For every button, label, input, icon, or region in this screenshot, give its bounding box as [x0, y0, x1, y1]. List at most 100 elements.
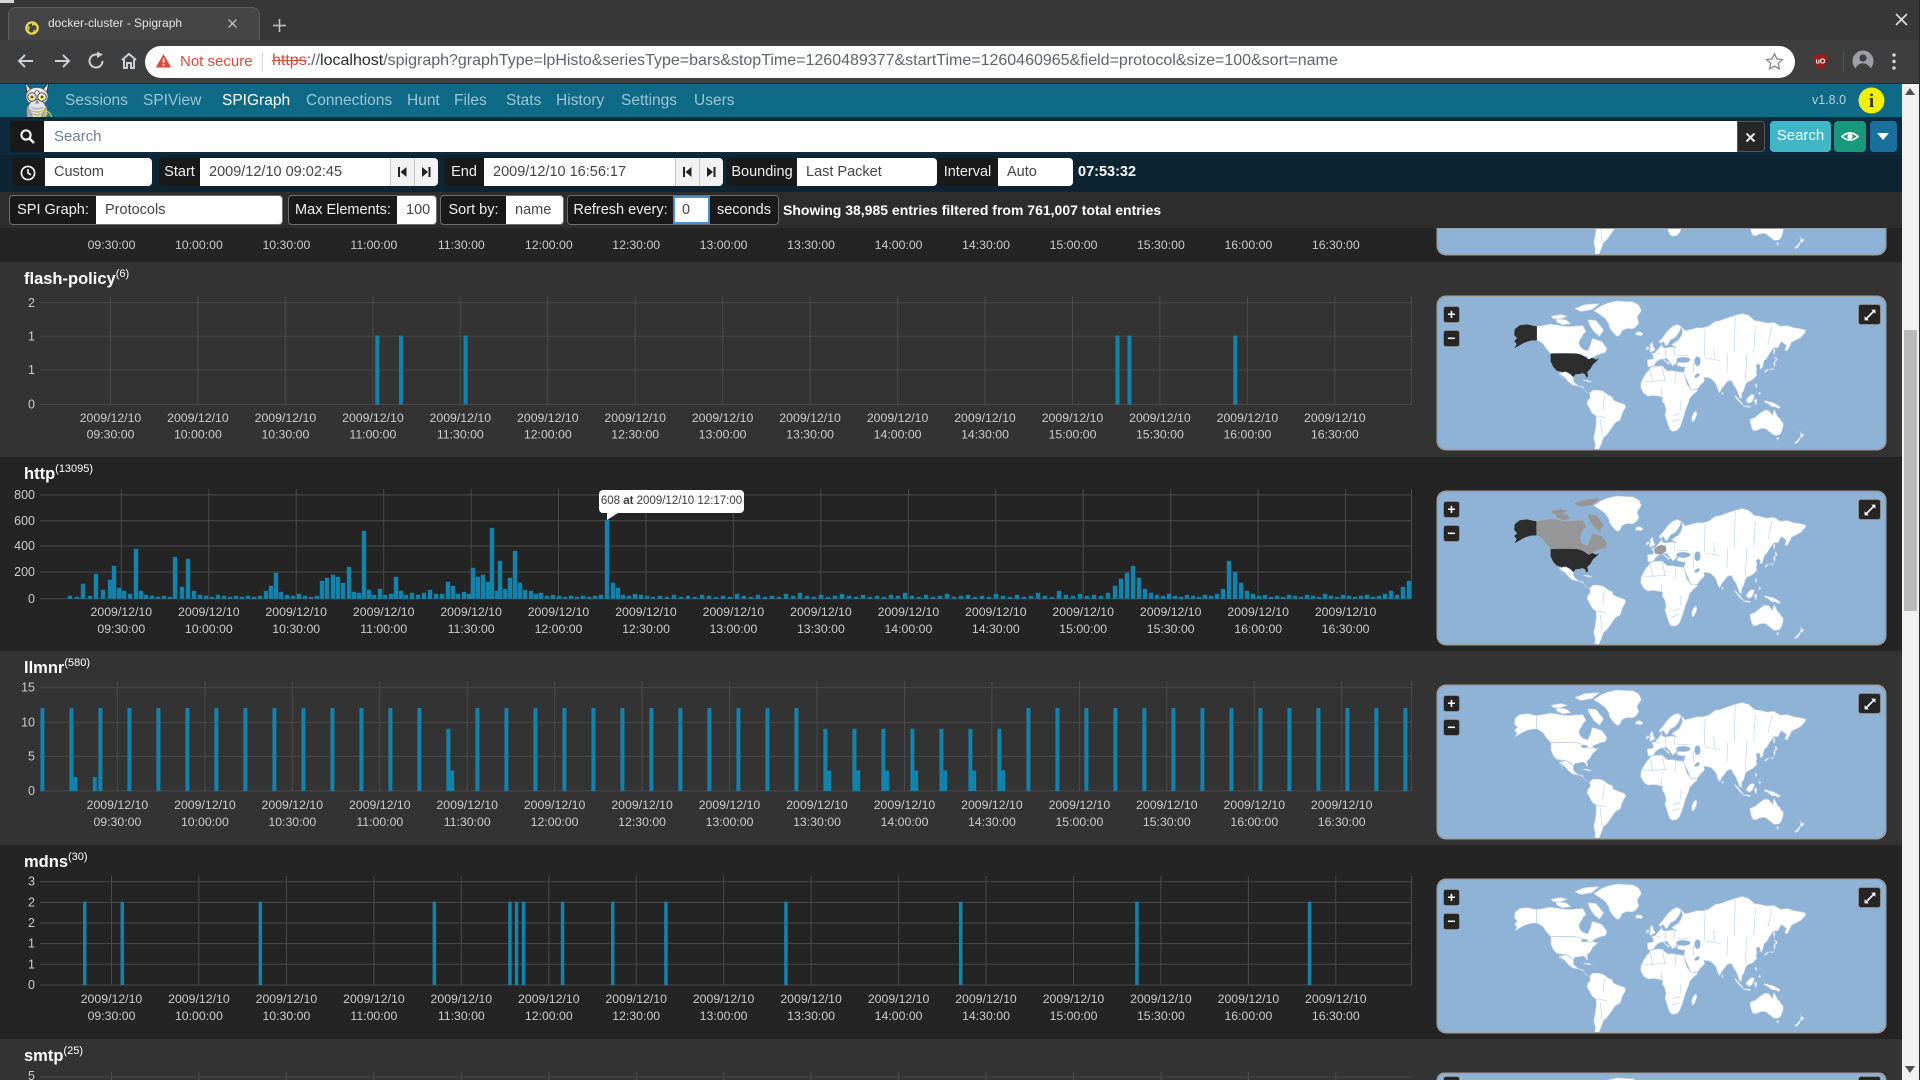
- svg-text:15:00:00: 15:00:00: [1055, 815, 1103, 829]
- svg-text:12:30:00: 12:30:00: [618, 815, 666, 829]
- svg-text:10:00:00: 10:00:00: [174, 428, 222, 442]
- svg-text:2009/12/10: 2009/12/10: [699, 798, 761, 812]
- svg-text:14:00:00: 14:00:00: [874, 428, 922, 442]
- svg-text:0: 0: [28, 592, 35, 606]
- svg-text:13:00:00: 13:00:00: [706, 815, 754, 829]
- svg-text:3: 3: [28, 875, 35, 889]
- svg-text:2: 2: [28, 296, 35, 310]
- svg-text:5: 5: [28, 1069, 35, 1080]
- svg-text:2009/12/10: 2009/12/10: [349, 798, 411, 812]
- svg-text:09:30:00: 09:30:00: [93, 815, 141, 829]
- svg-text:14:00:00: 14:00:00: [884, 622, 932, 636]
- svg-text:0: 0: [28, 398, 35, 412]
- svg-text:1: 1: [28, 363, 35, 377]
- svg-text:2009/12/10: 2009/12/10: [256, 992, 318, 1006]
- svg-text:2009/12/10: 2009/12/10: [878, 605, 940, 619]
- svg-text:15:30:00: 15:30:00: [1147, 622, 1195, 636]
- svg-text:2009/12/10: 2009/12/10: [955, 992, 1017, 1006]
- svg-text:2009/12/10: 2009/12/10: [1217, 411, 1279, 425]
- svg-text:2009/12/10: 2009/12/10: [874, 798, 936, 812]
- svg-text:14:00:00: 14:00:00: [875, 238, 923, 252]
- svg-text:11:30:00: 11:30:00: [437, 428, 484, 442]
- svg-text:16:00:00: 16:00:00: [1234, 622, 1282, 636]
- svg-text:16:00:00: 16:00:00: [1223, 428, 1271, 442]
- svg-text:10:00:00: 10:00:00: [175, 1009, 223, 1023]
- svg-text:i: i: [1869, 91, 1874, 112]
- svg-text:2009/12/10: 2009/12/10: [342, 411, 404, 425]
- svg-text:13:30:00: 13:30:00: [787, 238, 835, 252]
- svg-text:1: 1: [28, 329, 35, 343]
- svg-text:2009/12/10: 2009/12/10: [961, 798, 1023, 812]
- svg-text:14:00:00: 14:00:00: [875, 1009, 923, 1023]
- svg-text:2009/12/10: 2009/12/10: [1224, 798, 1286, 812]
- svg-text:2009/12/10: 2009/12/10: [786, 798, 848, 812]
- svg-text:10:30:00: 10:30:00: [262, 238, 310, 252]
- svg-text:2009/12/10: 2009/12/10: [1129, 411, 1191, 425]
- svg-text:2009/12/10: 2009/12/10: [780, 992, 842, 1006]
- svg-text:2009/12/10: 2009/12/10: [1052, 605, 1114, 619]
- svg-text:14:30:00: 14:30:00: [962, 238, 1010, 252]
- svg-text:14:30:00: 14:30:00: [962, 1009, 1010, 1023]
- svg-text:15:00:00: 15:00:00: [1050, 1009, 1098, 1023]
- svg-text:16:30:00: 16:30:00: [1311, 428, 1359, 442]
- svg-text:12:00:00: 12:00:00: [524, 428, 572, 442]
- svg-text:11:00:00: 11:00:00: [349, 428, 396, 442]
- svg-text:2009/12/10: 2009/12/10: [168, 992, 230, 1006]
- svg-text:2009/12/10: 2009/12/10: [1042, 411, 1104, 425]
- svg-text:15:00:00: 15:00:00: [1049, 428, 1097, 442]
- svg-text:2009/12/10: 2009/12/10: [1140, 605, 1202, 619]
- svg-text:2009/12/10: 2009/12/10: [343, 992, 405, 1006]
- svg-text:15:30:00: 15:30:00: [1137, 238, 1185, 252]
- svg-text:2009/12/10: 2009/12/10: [81, 992, 143, 1006]
- svg-text:2009/12/10: 2009/12/10: [430, 411, 492, 425]
- svg-text:2009/12/10: 2009/12/10: [436, 798, 498, 812]
- svg-text:11:30:00: 11:30:00: [444, 815, 491, 829]
- svg-text:2009/12/10: 2009/12/10: [517, 411, 579, 425]
- svg-text:10: 10: [21, 715, 35, 729]
- svg-text:2009/12/10: 2009/12/10: [604, 411, 666, 425]
- svg-text:2009/12/10: 2009/12/10: [965, 605, 1027, 619]
- svg-text:2009/12/10: 2009/12/10: [1218, 992, 1280, 1006]
- svg-text:12:30:00: 12:30:00: [612, 238, 660, 252]
- svg-text:2009/12/10: 2009/12/10: [87, 798, 149, 812]
- svg-text:2009/12/10: 2009/12/10: [693, 992, 755, 1006]
- svg-text:10:00:00: 10:00:00: [181, 815, 229, 829]
- svg-text:2009/12/10: 2009/12/10: [353, 605, 415, 619]
- svg-text:15: 15: [21, 681, 35, 695]
- svg-text:2009/12/10: 2009/12/10: [431, 992, 493, 1006]
- svg-text:10:00:00: 10:00:00: [185, 622, 233, 636]
- svg-text:15:30:00: 15:30:00: [1137, 1009, 1185, 1023]
- svg-text:0: 0: [28, 978, 35, 992]
- svg-text:2009/12/10: 2009/12/10: [867, 411, 929, 425]
- svg-text:2009/12/10: 2009/12/10: [440, 605, 502, 619]
- svg-text:2009/12/10: 2009/12/10: [1315, 605, 1377, 619]
- svg-text:2009/12/10: 2009/12/10: [1043, 992, 1105, 1006]
- svg-text:2009/12/10: 2009/12/10: [615, 605, 677, 619]
- svg-text:2: 2: [28, 895, 35, 909]
- svg-text:16:30:00: 16:30:00: [1312, 238, 1360, 252]
- svg-text:2009/12/10: 2009/12/10: [1305, 992, 1367, 1006]
- svg-text:16:30:00: 16:30:00: [1322, 622, 1370, 636]
- svg-text:10:30:00: 10:30:00: [261, 428, 309, 442]
- svg-text:14:30:00: 14:30:00: [961, 428, 1009, 442]
- svg-text:16:00:00: 16:00:00: [1224, 238, 1272, 252]
- svg-text:13:30:00: 13:30:00: [797, 622, 845, 636]
- svg-text:10:30:00: 10:30:00: [262, 1009, 310, 1023]
- svg-text:2009/12/10: 2009/12/10: [703, 605, 765, 619]
- svg-text:16:30:00: 16:30:00: [1312, 1009, 1360, 1023]
- svg-text:09:30:00: 09:30:00: [88, 238, 136, 252]
- svg-text:11:00:00: 11:00:00: [350, 1009, 397, 1023]
- svg-text:13:30:00: 13:30:00: [787, 1009, 835, 1023]
- svg-text:2009/12/10: 2009/12/10: [80, 411, 142, 425]
- svg-text:2009/12/10: 2009/12/10: [1130, 992, 1192, 1006]
- svg-text:13:00:00: 13:00:00: [700, 1009, 748, 1023]
- svg-text:200: 200: [14, 565, 35, 579]
- svg-text:11:30:00: 11:30:00: [448, 622, 495, 636]
- svg-text:13:00:00: 13:00:00: [700, 238, 748, 252]
- svg-text:13:30:00: 13:30:00: [786, 428, 834, 442]
- svg-text:400: 400: [14, 539, 35, 553]
- svg-text:11:30:00: 11:30:00: [438, 1009, 485, 1023]
- svg-text:13:30:00: 13:30:00: [793, 815, 841, 829]
- svg-text:09:30:00: 09:30:00: [87, 428, 135, 442]
- svg-text:800: 800: [14, 488, 35, 502]
